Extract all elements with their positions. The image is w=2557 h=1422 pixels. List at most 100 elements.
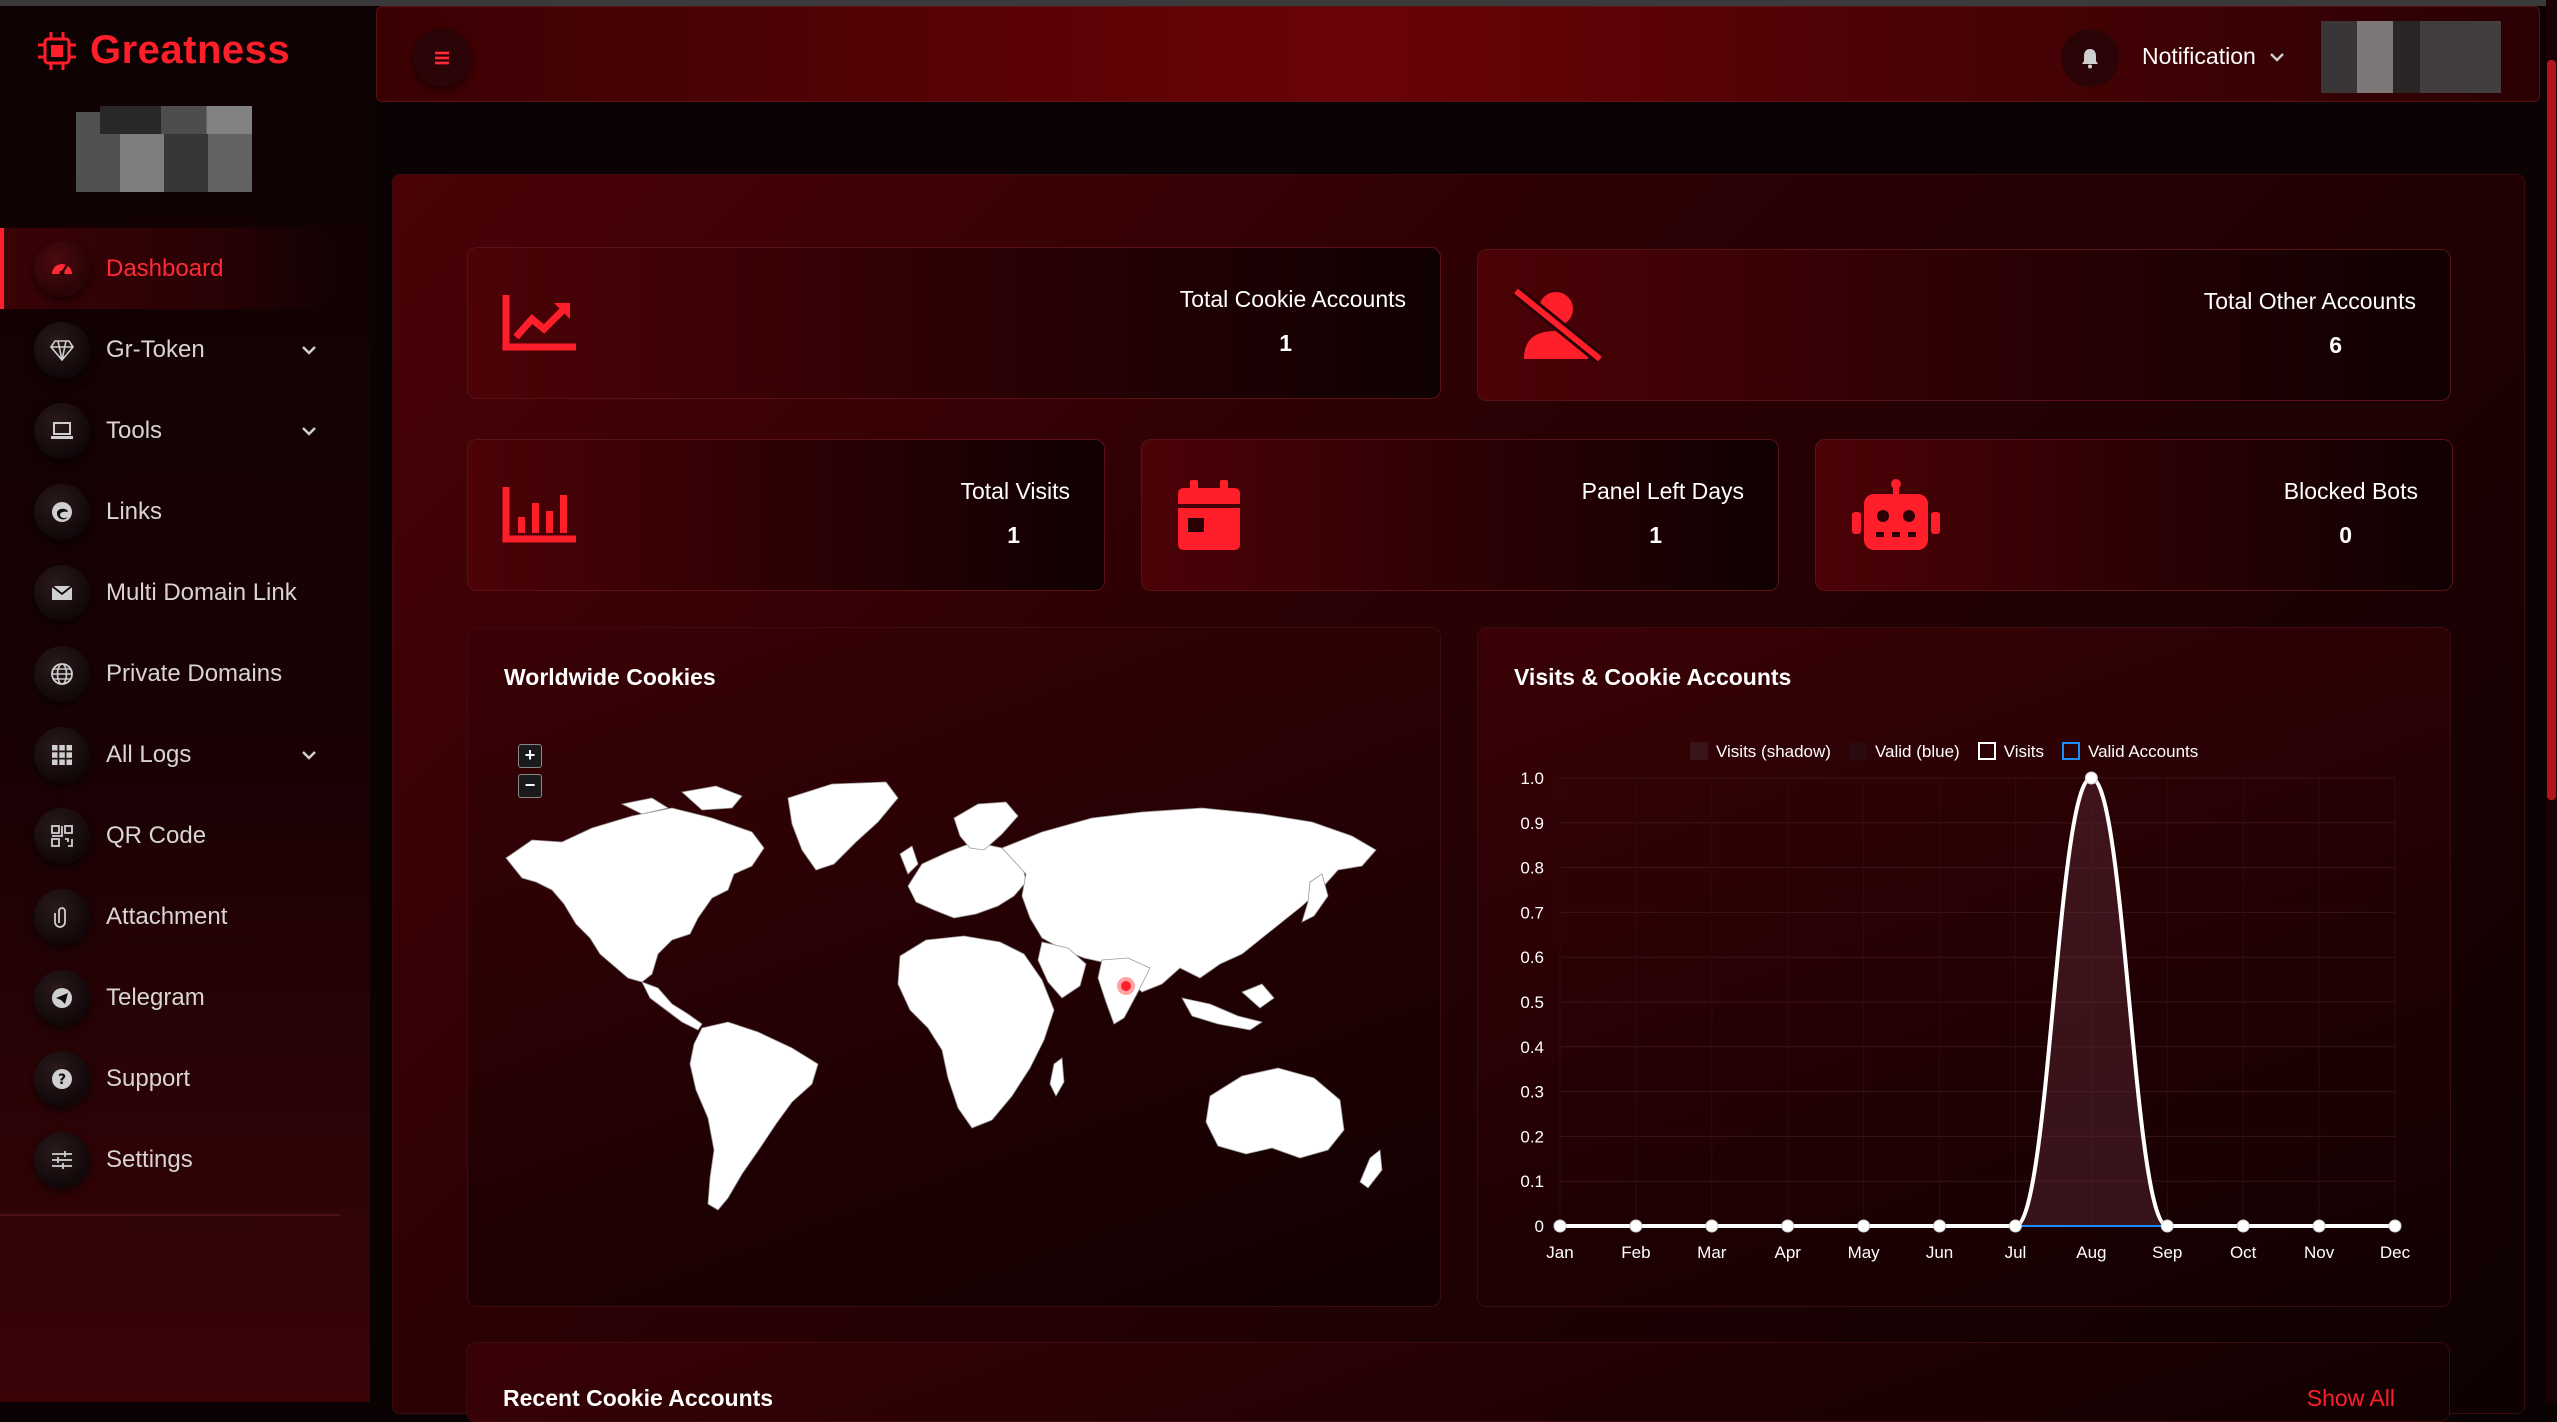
x-tick-label: Jul <box>2005 1243 2027 1262</box>
user-profile[interactable] <box>2321 21 2501 93</box>
map-marker[interactable] <box>1121 981 1131 991</box>
trending-chart-icon <box>502 295 576 351</box>
edge-browser-icon <box>34 483 90 540</box>
hamburger-icon <box>435 51 449 65</box>
legend-label: Valid Accounts <box>2088 742 2199 761</box>
sidebar-item-dashboard[interactable]: Dashboard <box>0 228 338 309</box>
svg-text:?: ? <box>58 1072 66 1088</box>
chip-icon <box>38 31 76 70</box>
visits-point <box>1933 1219 1947 1233</box>
legend-item-valid-accounts[interactable]: Valid Accounts <box>2062 742 2198 762</box>
show-all-link[interactable]: Show All <box>2307 1385 2395 1412</box>
x-tick-label: Oct <box>2230 1243 2257 1262</box>
sidebar-item-tools[interactable]: Tools <box>0 390 370 471</box>
y-tick-label: 0.4 <box>1520 1038 1544 1057</box>
stat-label: Blocked Bots <box>2283 478 2418 504</box>
visits-point <box>2388 1219 2402 1233</box>
panel-title: Worldwide Cookies <box>504 664 716 690</box>
paperclip-icon <box>34 888 90 945</box>
notification-dropdown[interactable]: Notification <box>2142 43 2286 70</box>
sidebar-item-label: Attachment <box>106 902 228 930</box>
panel-title: Visits & Cookie Accounts <box>1514 664 1792 690</box>
robot-icon <box>1852 479 1940 550</box>
sidebar-item-attachment[interactable]: Attachment <box>0 876 370 957</box>
sidebar: Greatness Dashboard Gr-Token Tools Links… <box>0 6 370 1402</box>
top-header: Notification <box>376 6 2540 102</box>
sliders-icon <box>34 1131 90 1188</box>
x-tick-label: Dec <box>2380 1243 2411 1262</box>
grid-icon <box>34 726 90 783</box>
bell-icon <box>2082 49 2098 69</box>
sidebar-item-label: All Logs <box>106 740 192 768</box>
sidebar-item-label: Settings <box>106 1145 193 1173</box>
visits-point <box>2236 1219 2250 1233</box>
map-zoom-in-button[interactable]: + <box>518 744 542 768</box>
sidebar-item-label: Support <box>106 1064 191 1092</box>
menu-toggle-button[interactable] <box>413 29 471 87</box>
sidebar-item-gr-token[interactable]: Gr-Token <box>0 309 370 390</box>
legend-item-valid-blue[interactable]: Valid (blue) <box>1848 742 1960 762</box>
sidebar-item-links[interactable]: Links <box>0 471 370 552</box>
sidebar-item-label: QR Code <box>106 821 207 849</box>
sidebar-item-all-logs[interactable]: All Logs <box>0 714 370 795</box>
stat-value: 1 <box>1007 522 1020 548</box>
x-tick-label: Aug <box>2076 1243 2106 1262</box>
brand-name: Greatness <box>90 28 291 72</box>
x-tick-label: Jan <box>1546 1243 1573 1262</box>
panel-title: Recent Cookie Accounts <box>503 1385 774 1411</box>
chevron-down-icon[interactable] <box>300 746 318 764</box>
sidebar-item-label: Dashboard <box>106 254 224 282</box>
legend-item-visits[interactable]: Visits <box>1977 742 2044 762</box>
y-tick-label: 0.5 <box>1520 993 1544 1012</box>
stat-value: 6 <box>2329 332 2342 358</box>
visits-point <box>1705 1219 1719 1233</box>
sidebar-divider <box>0 1214 340 1216</box>
y-tick-label: 0.1 <box>1520 1172 1544 1191</box>
x-tick-label: Sep <box>2152 1243 2182 1262</box>
sidebar-item-support[interactable]: ? Support <box>0 1038 370 1119</box>
visits-point <box>1857 1219 1871 1233</box>
question-icon: ? <box>34 1050 90 1107</box>
chart-legend: Visits (shadow) Valid (blue) Visits Vali… <box>1690 742 2198 762</box>
sidebar-item-label: Private Domains <box>106 659 283 687</box>
page-scrollbar[interactable] <box>2546 0 2557 1402</box>
sidebar-item-label: Tools <box>106 416 163 444</box>
speedometer-icon <box>34 240 90 297</box>
chevron-down-icon[interactable] <box>300 422 318 440</box>
envelope-icon <box>34 564 90 621</box>
visits-point <box>2160 1219 2174 1233</box>
y-tick-label: 0.2 <box>1520 1127 1544 1146</box>
sidebar-item-private-domains[interactable]: Private Domains <box>0 633 370 714</box>
y-tick-label: 0.3 <box>1520 1083 1544 1102</box>
sidebar-item-telegram[interactable]: Telegram <box>0 957 370 1038</box>
sidebar-item-label: Telegram <box>106 983 205 1011</box>
notification-bell-button[interactable] <box>2061 29 2119 87</box>
x-tick-label: Apr <box>1774 1243 1801 1262</box>
legend-label: Visits (shadow) <box>1716 742 1831 761</box>
legend-swatch <box>2062 742 2080 760</box>
x-tick-label: May <box>1848 1243 1881 1262</box>
x-tick-label: Nov <box>2304 1243 2335 1262</box>
stat-card-total-visits: Total Visits 1 <box>467 439 1105 591</box>
legend-swatch <box>1690 742 1708 760</box>
diamond-icon <box>34 321 90 378</box>
stat-card-other-accounts: Total Other Accounts 6 <box>1477 249 2451 401</box>
laptop-icon <box>34 402 90 459</box>
y-tick-label: 0.7 <box>1520 903 1544 922</box>
legend-item-visits-shadow[interactable]: Visits (shadow) <box>1690 742 1831 762</box>
brand-logo[interactable]: Greatness <box>36 28 290 73</box>
visits-point <box>2008 1219 2022 1233</box>
worldwide-cookies-panel: Worldwide Cookies + − <box>467 627 1441 1307</box>
visits-line-chart[interactable]: 0 0.1 0.2 0.3 0.4 0.5 0.6 0.7 0.8 0.9 1.0 Jan Feb Mar… <box>1500 760 2420 1270</box>
x-tick-label: Feb <box>1621 1243 1650 1262</box>
chevron-down-icon[interactable] <box>300 341 318 359</box>
y-tick-label: 1.0 <box>1520 769 1544 788</box>
y-tick-label: 0.6 <box>1520 948 1544 967</box>
visits-point <box>2084 771 2098 785</box>
stat-value: 0 <box>2339 522 2352 548</box>
sidebar-item-settings[interactable]: Settings <box>0 1119 370 1200</box>
world-map[interactable] <box>502 778 1412 1218</box>
sidebar-item-multi-domain-link[interactable]: Multi Domain Link <box>0 552 370 633</box>
scrollbar-thumb[interactable] <box>2547 60 2556 800</box>
sidebar-item-qr-code[interactable]: QR Code <box>0 795 370 876</box>
